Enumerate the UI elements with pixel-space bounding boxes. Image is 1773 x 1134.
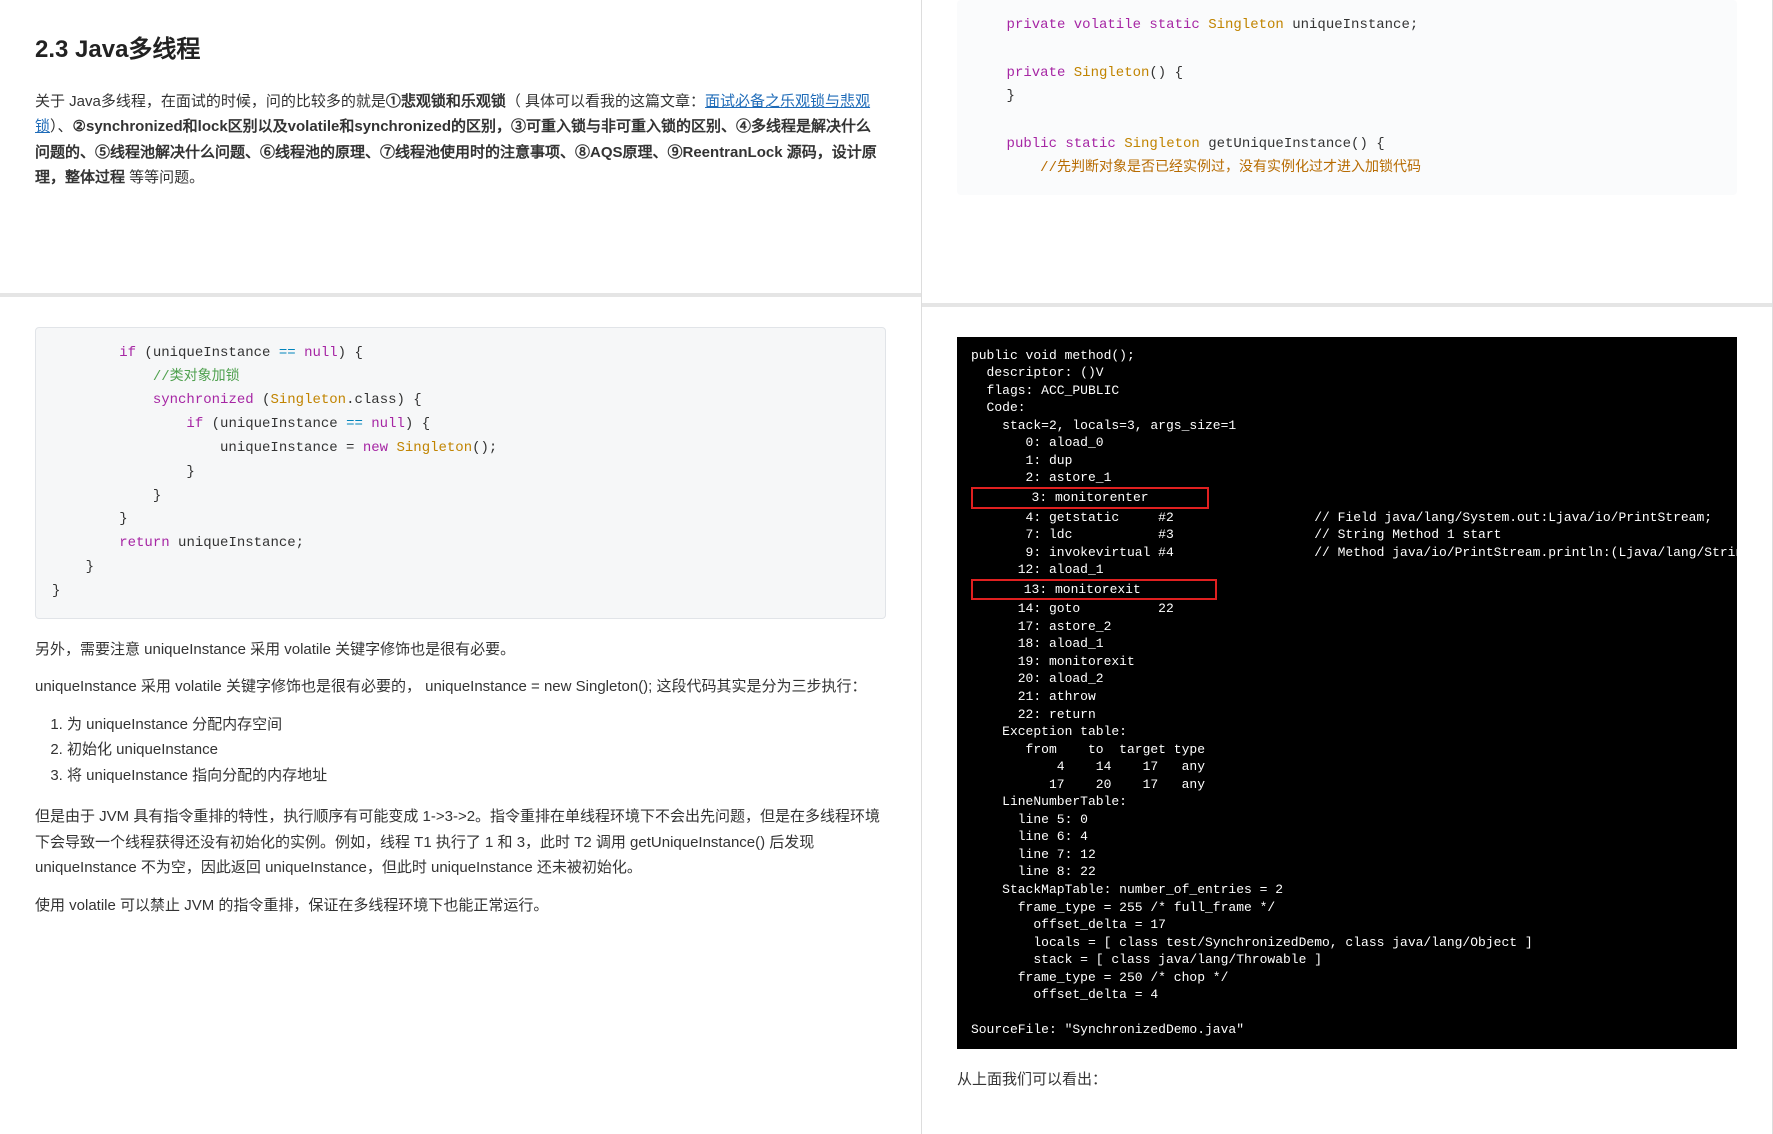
list-item: 初始化 uniqueInstance bbox=[67, 737, 886, 763]
section-singleton-code: if (uniqueInstance == null) { //类对象加锁 sy… bbox=[0, 297, 921, 960]
right-column: private volatile static Singleton unique… bbox=[922, 0, 1773, 1134]
left-column: 2.3 Java多线程 关于 Java多线程，在面试的时候，问的比较多的就是①悲… bbox=[0, 0, 922, 1134]
para-after-bytecode: 从上面我们可以看出： bbox=[957, 1067, 1737, 1093]
code-block-top: private volatile static Singleton unique… bbox=[957, 0, 1737, 195]
section-code-top: private volatile static Singleton unique… bbox=[922, 0, 1772, 307]
para-volatile-fix: 使用 volatile 可以禁止 JVM 的指令重排，保证在多线程环境下也能正常… bbox=[35, 893, 886, 919]
heading-2-3: 2.3 Java多线程 bbox=[35, 30, 886, 71]
para-reorder: 但是由于 JVM 具有指令重排的特性，执行顺序有可能变成 1->3->2。指令重… bbox=[35, 804, 886, 881]
para-volatile-note: 另外，需要注意 uniqueInstance 采用 volatile 关键字修饰… bbox=[35, 637, 886, 663]
highlight-monitorexit: 13: monitorexit bbox=[971, 579, 1217, 601]
bytecode-block: public void method(); descriptor: ()V fl… bbox=[957, 337, 1737, 1049]
steps-list: 为 uniqueInstance 分配内存空间 初始化 uniqueInstan… bbox=[67, 712, 886, 789]
section-bytecode: public void method(); descriptor: ()V fl… bbox=[922, 307, 1772, 1134]
list-item: 为 uniqueInstance 分配内存空间 bbox=[67, 712, 886, 738]
code-block-singleton: if (uniqueInstance == null) { //类对象加锁 sy… bbox=[35, 327, 886, 619]
highlight-monitorenter: 3: monitorenter bbox=[971, 487, 1209, 509]
list-item: 将 uniqueInstance 指向分配的内存地址 bbox=[67, 763, 886, 789]
para-volatile-explain: uniqueInstance 采用 volatile 关键字修饰也是很有必要的，… bbox=[35, 674, 886, 700]
intro-paragraph: 关于 Java多线程，在面试的时候，问的比较多的就是①悲观锁和乐观锁（ 具体可以… bbox=[35, 89, 886, 191]
page-container: 2.3 Java多线程 关于 Java多线程，在面试的时候，问的比较多的就是①悲… bbox=[0, 0, 1773, 1134]
section-2-3-heading: 2.3 Java多线程 关于 Java多线程，在面试的时候，问的比较多的就是①悲… bbox=[0, 0, 921, 297]
